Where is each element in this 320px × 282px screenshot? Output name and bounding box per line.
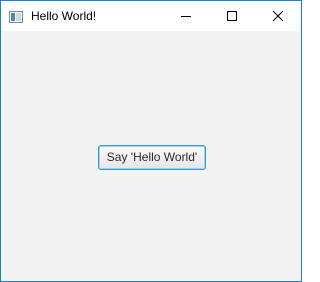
window-content: Say 'Hello World' bbox=[1, 31, 301, 281]
title-bar[interactable]: Hello World! bbox=[1, 1, 301, 31]
maximize-icon bbox=[227, 11, 237, 21]
close-icon bbox=[272, 10, 284, 22]
close-button[interactable] bbox=[255, 1, 301, 31]
maximize-button[interactable] bbox=[209, 1, 255, 31]
say-hello-button[interactable]: Say 'Hello World' bbox=[98, 145, 206, 170]
app-window: Hello World! Say 'Hello World' bbox=[0, 0, 302, 282]
minimize-button[interactable] bbox=[163, 1, 209, 31]
window-icon bbox=[9, 10, 23, 23]
window-title: Hello World! bbox=[31, 9, 97, 23]
minimize-icon bbox=[181, 16, 191, 17]
